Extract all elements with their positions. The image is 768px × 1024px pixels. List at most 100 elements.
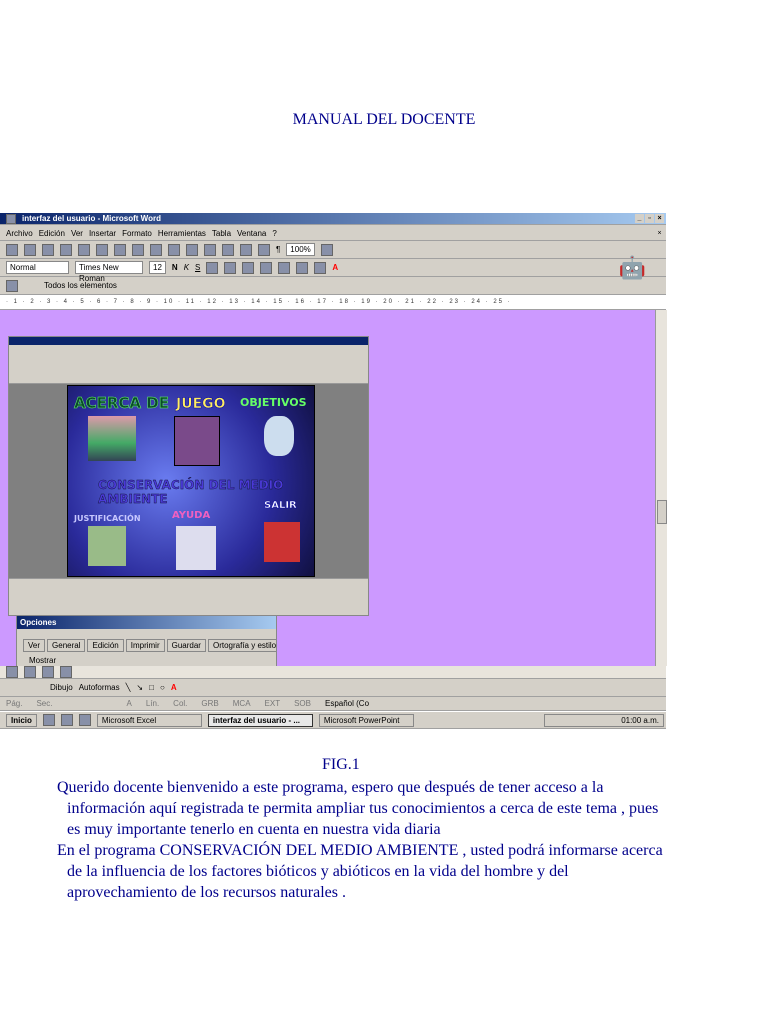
tab-ver[interactable]: Ver xyxy=(23,639,46,652)
tab-edicion[interactable]: Edición xyxy=(87,639,124,652)
bullets-icon[interactable] xyxy=(296,261,309,274)
minimize-button[interactable]: _ xyxy=(635,214,644,223)
zoom-select[interactable]: 100% xyxy=(286,243,315,256)
status-page: Pág. xyxy=(6,699,23,708)
drawing-icon[interactable] xyxy=(258,243,270,256)
help-image xyxy=(176,526,216,570)
normal-view-icon[interactable] xyxy=(6,666,18,678)
arrow-icon[interactable]: ↘ xyxy=(136,683,143,692)
menu-insertar[interactable]: Insertar xyxy=(89,229,116,238)
redo-icon[interactable] xyxy=(186,243,198,256)
columns-icon[interactable] xyxy=(240,243,252,256)
taskbar-powerpoint[interactable]: Microsoft PowerPoint xyxy=(318,713,414,727)
ie-icon[interactable] xyxy=(42,714,55,726)
drawing-toolbar: Dibujo Autoformas ╲ ↘ □ ○ A xyxy=(0,679,666,697)
hyperlink-icon[interactable] xyxy=(204,243,216,256)
status-col: Col. xyxy=(173,699,188,708)
rectangle-icon[interactable]: □ xyxy=(149,683,154,692)
copy-icon[interactable] xyxy=(132,243,144,256)
autoshapes-menu[interactable]: Autoformas xyxy=(79,683,120,692)
bold-icon[interactable]: N xyxy=(172,263,178,272)
show-elements-dropdown[interactable]: Todos los elementos xyxy=(44,281,117,290)
status-ovr: SOB xyxy=(294,699,311,708)
doc-close-button[interactable]: × xyxy=(655,228,664,238)
menu-bar: Archivo Edición Ver Insertar Formato Her… xyxy=(0,226,666,241)
desktop-icon[interactable] xyxy=(60,714,73,726)
tab-ortografia[interactable]: Ortografía y estilo xyxy=(207,639,276,652)
menu-archivo[interactable]: Archivo xyxy=(6,229,33,238)
numbering-icon[interactable] xyxy=(278,261,291,274)
vertical-scrollbar[interactable] xyxy=(655,310,667,666)
game-image xyxy=(174,416,220,466)
menu-formato[interactable]: Formato xyxy=(122,229,152,238)
paragraph-2-line-2: de la influencia de los factores biótico… xyxy=(67,863,569,880)
tab-general[interactable]: General xyxy=(47,639,86,652)
font-color-icon-2[interactable]: A xyxy=(171,683,177,692)
status-ext: EXT xyxy=(264,699,281,708)
slide-exit[interactable]: SALIR xyxy=(264,500,297,511)
status-trk: MCA xyxy=(232,699,251,708)
align-center-icon[interactable] xyxy=(224,261,237,274)
horizontal-scrollbar[interactable] xyxy=(0,666,666,679)
font-select[interactable]: Times New Roman xyxy=(75,261,143,283)
open-icon[interactable] xyxy=(24,243,36,256)
size-select[interactable]: 12 xyxy=(149,261,166,274)
table-icon[interactable] xyxy=(222,243,234,256)
tab-guardar[interactable]: Guardar xyxy=(166,639,206,652)
layout-view-icon[interactable] xyxy=(24,666,36,678)
draw-menu[interactable]: Dibujo xyxy=(50,683,73,692)
font-color-icon[interactable]: A xyxy=(332,263,338,272)
menu-herramientas[interactable]: Herramientas xyxy=(158,229,206,238)
tab-imprimir[interactable]: Imprimir xyxy=(125,639,165,652)
align-left-icon[interactable] xyxy=(206,261,219,274)
slide: ACERCA DE JUEGO OBJETIVOS CONSERVACIÓN D… xyxy=(67,385,315,577)
oval-icon[interactable]: ○ xyxy=(160,683,165,692)
slide-about[interactable]: ACERCA DE xyxy=(74,394,169,413)
new-icon[interactable] xyxy=(6,243,18,256)
underline-icon[interactable]: S xyxy=(195,263,200,272)
undo-icon[interactable] xyxy=(168,243,180,256)
start-button[interactable]: Inicio xyxy=(6,713,37,727)
format-toolbar: Normal Times New Roman 12 NKS A 🤖 xyxy=(0,255,666,283)
justify-icon[interactable] xyxy=(260,261,273,274)
ppt-toolbars xyxy=(9,345,368,384)
line-icon[interactable]: ╲ xyxy=(126,683,131,692)
slide-game[interactable]: JUEGO xyxy=(176,396,226,413)
spell-icon[interactable] xyxy=(96,243,108,256)
slide-objectives[interactable]: OBJETIVOS xyxy=(240,396,307,409)
save-icon[interactable] xyxy=(42,243,54,256)
print-icon[interactable] xyxy=(60,243,72,256)
style-select[interactable]: Normal xyxy=(6,261,69,274)
cut-icon[interactable] xyxy=(114,243,126,256)
taskbar-word[interactable]: interfaz del usuario - ... xyxy=(207,713,313,727)
word-screenshot: interfaz del usuario - Microsoft Word _ ▫… xyxy=(0,213,667,729)
taskbar-excel[interactable]: Microsoft Excel xyxy=(96,713,202,727)
page-title: MANUAL DEL DOCENTE xyxy=(292,111,476,128)
outlook-icon[interactable] xyxy=(78,714,91,726)
pilcrow-icon[interactable]: ¶ xyxy=(276,245,280,254)
align-right-icon[interactable] xyxy=(242,261,255,274)
menu-ayuda[interactable]: ? xyxy=(272,229,276,238)
menu-edicion[interactable]: Edición xyxy=(39,229,65,238)
ruler[interactable]: · 1 · 2 · 3 · 4 · 5 · 6 · 7 · 8 · 9 · 10… xyxy=(0,295,666,310)
justification-image xyxy=(88,526,126,566)
help-icon[interactable] xyxy=(320,243,333,256)
outline-view-icon[interactable] xyxy=(60,666,72,678)
print-view-icon[interactable] xyxy=(42,666,54,678)
slide-help[interactable]: AYUDA xyxy=(172,510,210,521)
border-icon[interactable] xyxy=(314,261,327,274)
menu-tabla[interactable]: Tabla xyxy=(212,229,231,238)
preview-icon[interactable] xyxy=(78,243,90,256)
slide-justification[interactable]: JUSTIFICACIÓN xyxy=(74,514,141,523)
paste-icon[interactable] xyxy=(150,243,162,256)
menu-ver[interactable]: Ver xyxy=(71,229,83,238)
italic-icon[interactable]: K xyxy=(184,263,189,272)
status-line: Lín. xyxy=(145,699,160,708)
close-button[interactable]: × xyxy=(655,214,664,223)
comment-icon[interactable] xyxy=(6,279,18,292)
scroll-thumb[interactable] xyxy=(657,500,667,524)
menu-ventana[interactable]: Ventana xyxy=(237,229,266,238)
ppt-title-bar xyxy=(9,337,368,345)
restore-button[interactable]: ▫ xyxy=(645,214,654,223)
reviewing-toolbar: Todos los elementos xyxy=(0,277,666,295)
